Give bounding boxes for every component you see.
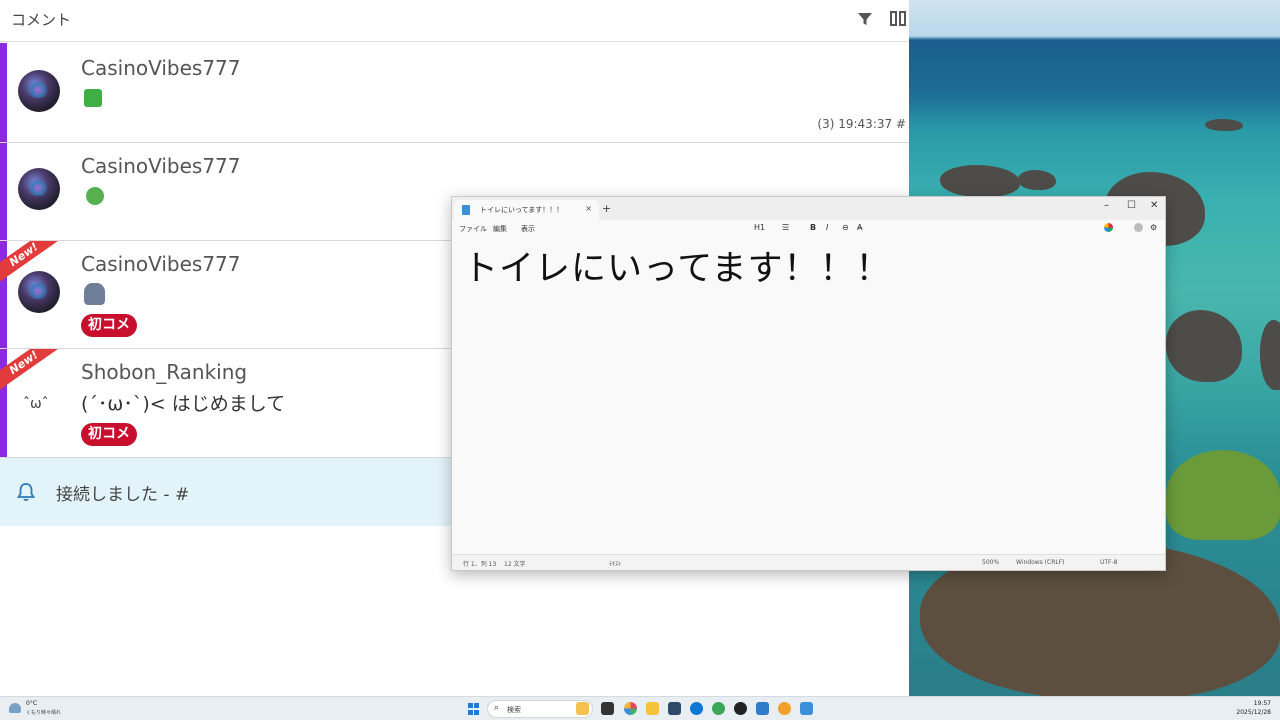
avatar bbox=[18, 271, 60, 313]
comment-item[interactable]: CasinoVibes777 (3) 19:43:37 # bbox=[0, 43, 909, 143]
notepad-icon bbox=[462, 205, 470, 215]
comment-header: コメント bbox=[0, 0, 909, 42]
clear-format-button[interactable]: A̶ bbox=[857, 223, 862, 232]
windows-start-icon[interactable] bbox=[468, 703, 480, 715]
columns-icon[interactable] bbox=[890, 11, 909, 27]
first-comment-badge: 初コメ bbox=[81, 314, 137, 337]
notepad-editor[interactable]: トイレにいってます！！！ bbox=[452, 238, 1165, 554]
status-char-count: 12 文字 bbox=[504, 561, 526, 568]
first-comment-badge: 初コメ bbox=[81, 423, 137, 446]
tab-close-button[interactable]: × bbox=[585, 204, 592, 213]
comment-username: CasinoVibes777 bbox=[81, 154, 241, 178]
comment-username: Shobon_Ranking bbox=[81, 360, 248, 384]
notepad-tab[interactable]: トイレにいってます！！！ × bbox=[454, 200, 599, 220]
notepad-menubar: ファイル 編集 表示 H1 ☰ B I ⊖ A̶ ⚙ bbox=[452, 220, 1165, 238]
wallpaper-rock bbox=[1166, 310, 1242, 382]
notepad-window[interactable]: トイレにいってます！！！ × + – ☐ ✕ ファイル 編集 表示 H1 ☰ B… bbox=[451, 196, 1166, 571]
settings-gear-icon[interactable]: ⚙ bbox=[1150, 223, 1157, 232]
heading-dropdown[interactable]: H1 bbox=[754, 223, 765, 232]
comment-panel-title: コメント bbox=[11, 11, 72, 29]
comment-accent-stripe bbox=[0, 43, 7, 142]
app-icon[interactable] bbox=[778, 702, 791, 715]
status-encoding: UTF-8 bbox=[1100, 559, 1118, 566]
weather-desc[interactable]: くもり時々晴れ bbox=[26, 709, 61, 716]
status-line-ending: Windows (CRLF) bbox=[1016, 559, 1065, 566]
comment-username: CasinoVibes777 bbox=[81, 252, 241, 276]
notepad-statusbar: 行 1、列 13 12 文字 ﾃｷｽﾄ 500% Windows (CRLF) … bbox=[452, 554, 1165, 570]
wallpaper-reef bbox=[1166, 450, 1280, 540]
copilot-app-icon[interactable] bbox=[624, 702, 637, 715]
status-cursor-position: 行 1、列 13 bbox=[463, 561, 497, 568]
notepad-taskbar-icon[interactable] bbox=[800, 702, 813, 715]
stamp-icon bbox=[84, 89, 102, 107]
task-view-icon[interactable] bbox=[601, 702, 614, 715]
clock-time[interactable]: 19:57 bbox=[1254, 700, 1271, 707]
minimize-button[interactable]: – bbox=[1104, 200, 1109, 211]
filter-icon[interactable] bbox=[857, 11, 873, 27]
list-dropdown[interactable]: ☰ bbox=[782, 223, 789, 232]
wallpaper-rock bbox=[940, 165, 1020, 197]
taskbar-app-icon[interactable] bbox=[576, 702, 589, 715]
search-label: 検索 bbox=[507, 706, 521, 714]
file-explorer-icon[interactable] bbox=[646, 702, 659, 715]
avatar bbox=[18, 168, 60, 210]
copilot-icon[interactable] bbox=[1104, 223, 1113, 232]
weather-temp[interactable]: 0°C bbox=[26, 700, 37, 707]
new-tab-button[interactable]: + bbox=[602, 202, 611, 215]
menu-edit[interactable]: 編集 bbox=[493, 224, 507, 234]
wallpaper-rock bbox=[1260, 320, 1280, 390]
italic-button[interactable]: I bbox=[826, 223, 828, 232]
store-icon[interactable] bbox=[668, 702, 681, 715]
maximize-button[interactable]: ☐ bbox=[1127, 200, 1136, 211]
stamp-icon bbox=[84, 283, 105, 305]
menu-view[interactable]: 表示 bbox=[521, 224, 535, 234]
taskbar: 0°C くもり時々晴れ ⌕ 検索 19:57 2025/12/28 bbox=[0, 696, 1280, 720]
photos-icon[interactable] bbox=[756, 702, 769, 715]
comment-message: (´･ω･`)< はじめまして bbox=[81, 393, 286, 415]
obs-icon[interactable] bbox=[734, 702, 747, 715]
comment-time-info: (3) 19:43:37 # bbox=[817, 117, 906, 131]
chrome-icon[interactable] bbox=[712, 702, 725, 715]
new-ribbon: New! bbox=[0, 349, 64, 395]
editor-text[interactable]: トイレにいってます！！！ bbox=[463, 240, 892, 291]
status-zoom[interactable]: 500% bbox=[982, 559, 999, 566]
stamp-icon bbox=[86, 187, 104, 205]
weather-icon[interactable] bbox=[9, 703, 21, 713]
tab-title: トイレにいってます！！！ bbox=[480, 206, 564, 214]
edge-icon[interactable] bbox=[690, 702, 703, 715]
search-icon: ⌕ bbox=[494, 703, 500, 713]
comment-accent-stripe bbox=[0, 143, 7, 240]
clock-date[interactable]: 2025/12/28 bbox=[1236, 709, 1271, 716]
bell-icon bbox=[16, 483, 36, 502]
bold-button[interactable]: B bbox=[810, 223, 816, 232]
account-icon[interactable] bbox=[1134, 223, 1143, 232]
wallpaper-rock bbox=[1205, 119, 1243, 131]
wallpaper-rock bbox=[1018, 170, 1056, 190]
link-button[interactable]: ⊖ bbox=[842, 223, 849, 232]
menu-file[interactable]: ファイル bbox=[459, 224, 487, 234]
close-button[interactable]: ✕ bbox=[1150, 200, 1158, 211]
comment-username: CasinoVibes777 bbox=[81, 56, 241, 80]
avatar bbox=[18, 70, 60, 112]
status-format: ﾃｷｽﾄ bbox=[609, 561, 622, 568]
notepad-titlebar[interactable]: トイレにいってます！！！ × + – ☐ ✕ bbox=[452, 197, 1165, 220]
kaomoji-avatar: ˆωˆ bbox=[23, 396, 49, 412]
connection-status-text: 接続しました - # bbox=[56, 485, 190, 505]
